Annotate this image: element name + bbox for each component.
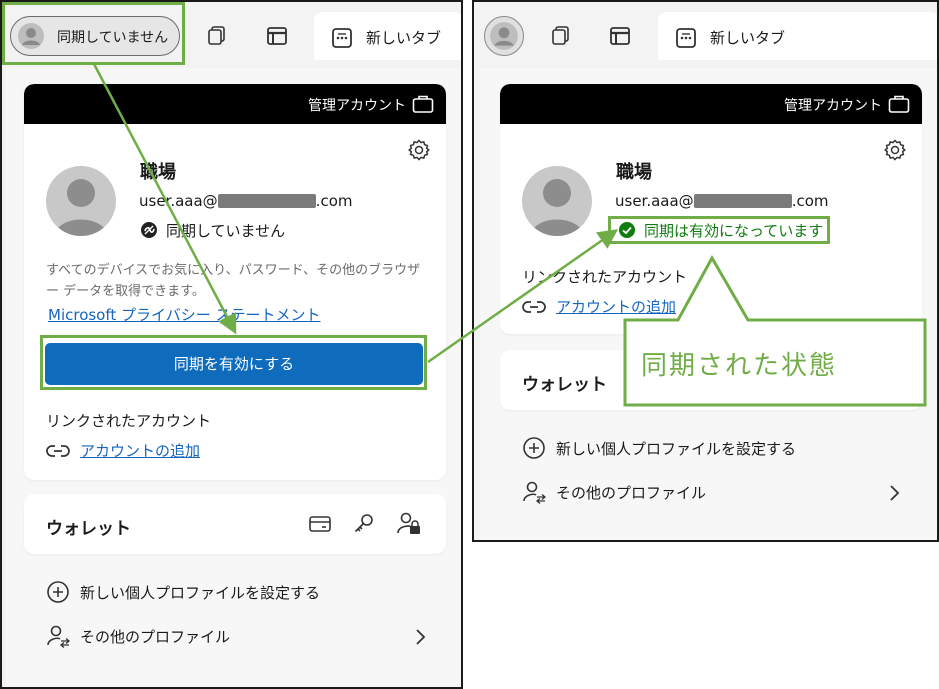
- annotation-highlight-sync-status: [608, 216, 830, 244]
- annotation-highlight-profile-pill: [2, 2, 185, 65]
- annotation-arrow-pill-to-button: [92, 63, 237, 335]
- annotation-highlight-sync-button: [40, 335, 427, 390]
- annotation-arrow-button-to-status: [427, 229, 619, 364]
- annotation-callout-box: [623, 254, 927, 407]
- annotation-callout-text: 同期された状態: [641, 351, 838, 381]
